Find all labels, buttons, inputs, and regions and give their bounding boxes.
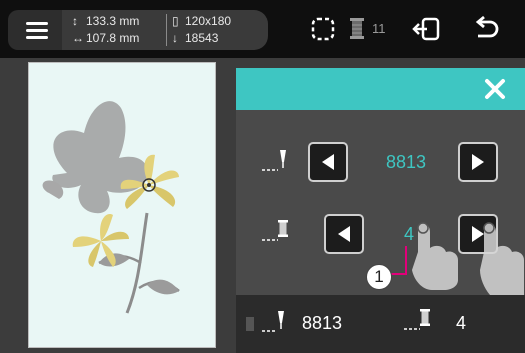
- height-icon: ↕: [72, 14, 78, 28]
- layout-frame-icon[interactable]: [310, 16, 336, 42]
- left-edge-marker: [246, 317, 254, 331]
- hoop-icon: ▯: [172, 14, 179, 28]
- bottom-status-bar: 8813 4: [236, 295, 525, 353]
- thread-change-count: 11: [372, 21, 386, 36]
- thread-spool-icon: [350, 18, 364, 39]
- divider: [166, 14, 167, 46]
- hand-pointer-icon: [412, 222, 458, 290]
- needle-icon: ↓: [172, 31, 178, 45]
- panel-header: [236, 68, 525, 110]
- top-bar: ↕ 133.3 mm ↔ 107.8 mm ▯ 120x180 ↓ 18543 …: [0, 0, 525, 58]
- embroidery-design-image: [42, 101, 180, 314]
- menu-icon: [26, 22, 48, 25]
- stitch-count-value: 18543: [185, 31, 219, 45]
- thread-position-decrease-button[interactable]: [324, 214, 364, 254]
- width-value: 107.8 mm: [86, 31, 140, 45]
- width-icon: ↔: [72, 31, 84, 45]
- menu-icon-line: [26, 36, 48, 39]
- menu-button[interactable]: [8, 10, 66, 50]
- thread-spool-icon: [262, 220, 288, 241]
- menu-icon-line: [26, 29, 48, 32]
- exit-icon[interactable]: [412, 15, 442, 43]
- height-value: 133.3 mm: [86, 14, 140, 28]
- needle-icon: [262, 311, 284, 332]
- arrow-right-icon: [472, 154, 484, 170]
- needle-icon: [262, 150, 286, 171]
- hand-pointer-icon: [480, 222, 524, 295]
- arrow-left-icon: [322, 154, 334, 170]
- callout-number: 1: [366, 264, 392, 290]
- edit-area: 8813 4 8813 4: [0, 58, 525, 353]
- design-preview[interactable]: [28, 62, 216, 348]
- back-icon[interactable]: [472, 16, 500, 42]
- stitch-position-value: 8813: [302, 313, 343, 333]
- needle-position-decrease-button[interactable]: [308, 142, 348, 182]
- arrow-left-icon: [338, 226, 350, 242]
- thread-spool-icon: [404, 309, 430, 330]
- close-icon[interactable]: [483, 77, 507, 101]
- needle-position-increase-button[interactable]: [458, 142, 498, 182]
- thread-position-bottom-value: 4: [456, 313, 467, 333]
- hoop-size-value: 120x180: [185, 14, 232, 28]
- design-info-panel: ↕ 133.3 mm ↔ 107.8 mm ▯ 120x180 ↓ 18543: [62, 10, 268, 50]
- needle-position-value: 8813: [386, 152, 427, 172]
